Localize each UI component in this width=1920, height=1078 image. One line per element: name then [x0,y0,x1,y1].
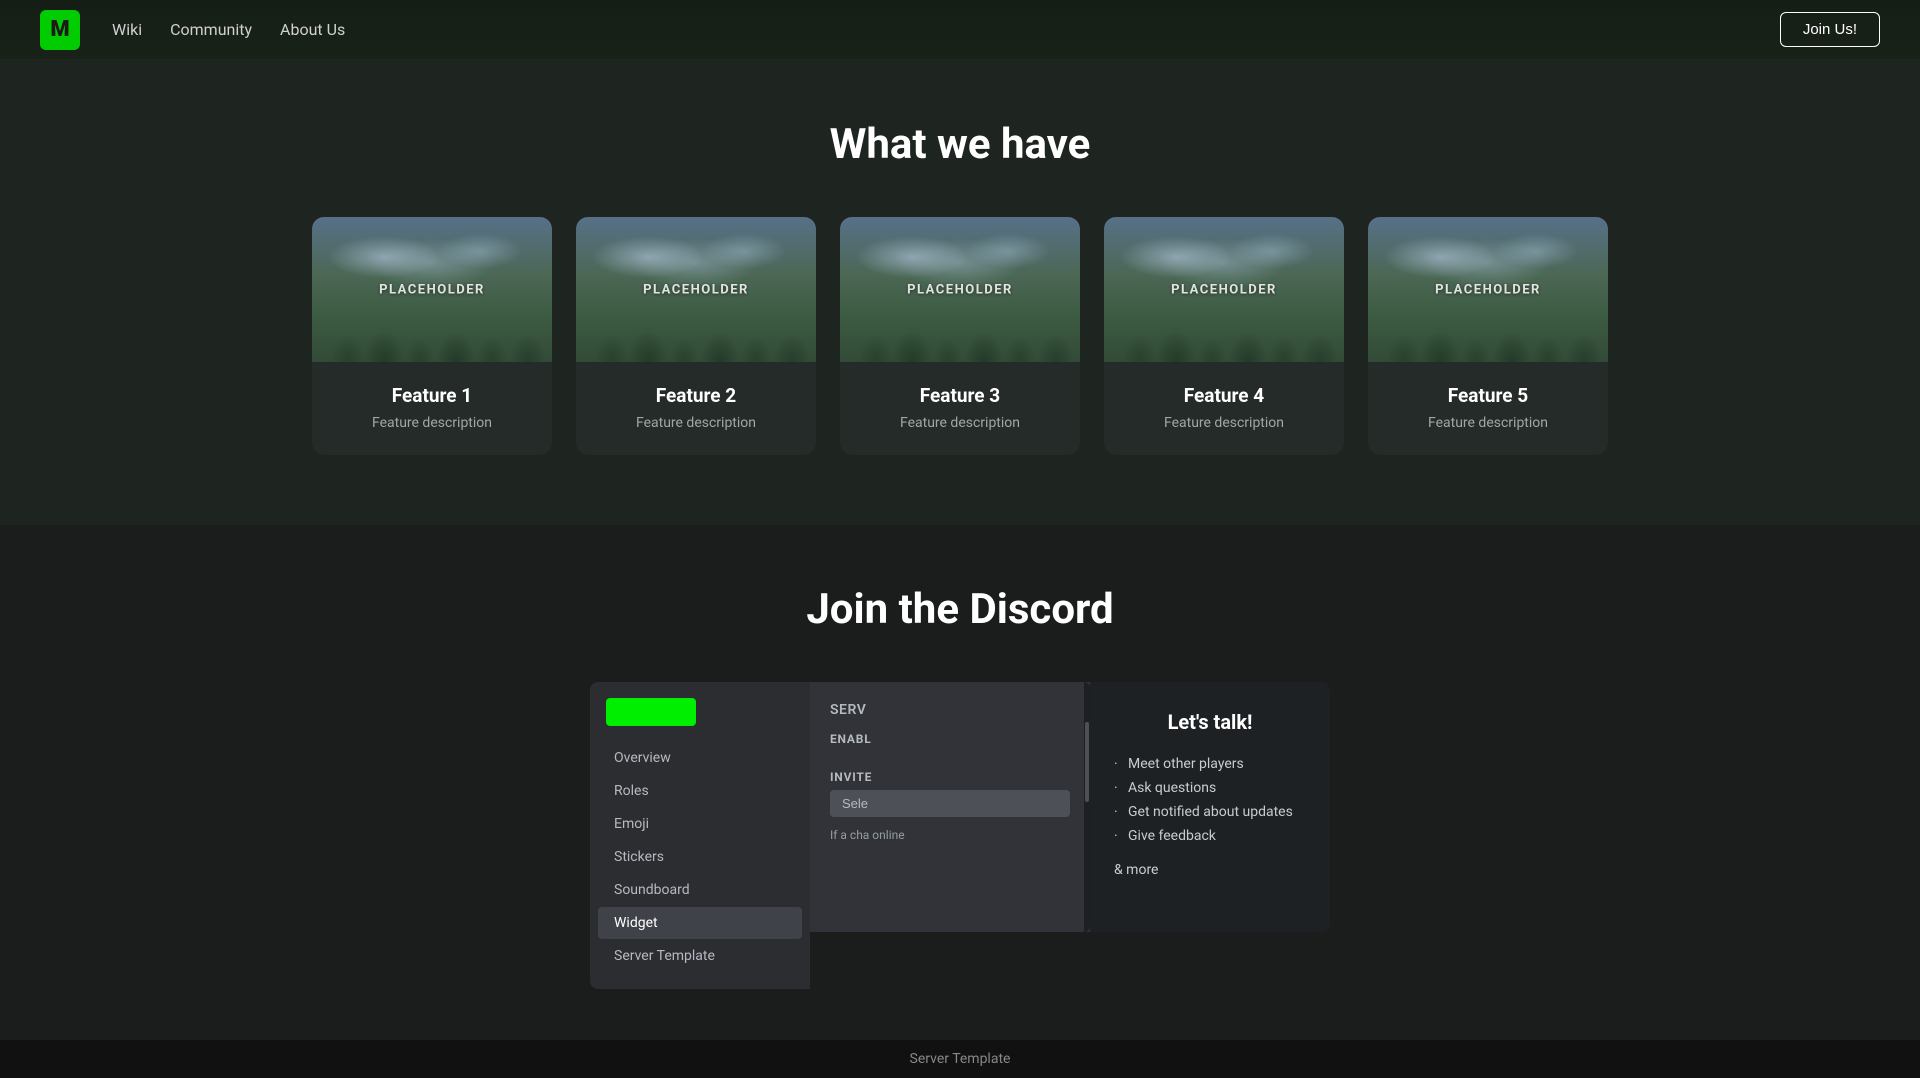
feature-desc-3: Feature description [860,415,1060,431]
discord-menu-overview[interactable]: Overview [598,742,802,774]
what-section: What we have PLACEHOLDER Feature 1 Featu… [0,60,1920,525]
discord-content: Overview Roles Emoji Stickers Soundboard… [0,682,1920,989]
feature-image-5: PLACEHOLDER [1368,217,1608,362]
feature-desc-2: Feature description [596,415,796,431]
discord-menu-emoji[interactable]: Emoji [598,808,802,840]
discord-menu-soundboard[interactable]: Soundboard [598,874,802,906]
feature-desc-4: Feature description [1124,415,1324,431]
feature-image-2: PLACEHOLDER [576,217,816,362]
feature-name-1: Feature 1 [332,384,532,407]
feature-placeholder-4: PLACEHOLDER [1171,282,1277,297]
lets-talk-item-1: Meet other players [1114,756,1306,772]
discord-invite-label: INVITE [830,770,1070,784]
features-grid: PLACEHOLDER Feature 1 Feature descriptio… [0,217,1920,455]
discord-menu-roles[interactable]: Roles [598,775,802,807]
discord-scrollbar-thumb [1085,722,1089,802]
feature-desc-5: Feature description [1388,415,1588,431]
feature-name-5: Feature 5 [1388,384,1588,407]
feature-image-4: PLACEHOLDER [1104,217,1344,362]
feature-name-4: Feature 4 [1124,384,1324,407]
discord-menu-stickers[interactable]: Stickers [598,841,802,873]
discord-scrollbar[interactable] [1084,682,1090,932]
feature-card-1: PLACEHOLDER Feature 1 Feature descriptio… [312,217,552,455]
feature-info-1: Feature 1 Feature description [312,362,552,455]
discord-select-button[interactable]: Sele [830,790,1070,817]
nav-link-wiki[interactable]: Wiki [112,20,142,39]
feature-image-1: PLACEHOLDER [312,217,552,362]
nav-links: Wiki Community About Us [112,20,345,39]
discord-enable-label: Enabl [830,732,1070,746]
discord-menu-widget[interactable]: Widget [598,907,802,939]
lets-talk-title: Let's talk! [1114,710,1306,734]
lets-talk-list: Meet other players Ask questions Get not… [1114,756,1306,844]
feature-card-5: PLACEHOLDER Feature 5 Feature descriptio… [1368,217,1608,455]
lets-talk-panel: Let's talk! Meet other players Ask quest… [1090,682,1330,932]
feature-placeholder-2: PLACEHOLDER [643,282,749,297]
discord-section: Join the Discord Overview Roles Emoji St… [0,525,1920,1069]
discord-panel-header-bar [606,698,696,726]
join-button[interactable]: Join Us! [1780,12,1880,47]
feature-info-4: Feature 4 Feature description [1104,362,1344,455]
discord-info-text: If a cha online [830,827,1070,844]
footer-label: Server Template [910,1051,1011,1067]
footer-bar: Server Template [0,1040,1920,1078]
feature-desc-1: Feature description [332,415,532,431]
nav-left: M Wiki Community About Us [40,10,345,50]
feature-info-5: Feature 5 Feature description [1368,362,1608,455]
discord-main-content: Serv Enabl INVITE Sele If a cha online [810,682,1090,932]
discord-main-title: Serv [830,702,1070,718]
lets-talk-more: & more [1114,862,1306,878]
feature-card-4: PLACEHOLDER Feature 4 Feature descriptio… [1104,217,1344,455]
feature-info-2: Feature 2 Feature description [576,362,816,455]
discord-settings-panel: Overview Roles Emoji Stickers Soundboard… [590,682,810,989]
nav-link-community[interactable]: Community [170,20,252,39]
discord-menu-server-template[interactable]: Server Template [598,940,802,972]
navbar: M Wiki Community About Us Join Us! [0,0,1920,60]
lets-talk-item-2: Ask questions [1114,780,1306,796]
lets-talk-item-4: Give feedback [1114,828,1306,844]
lets-talk-item-3: Get notified about updates [1114,804,1306,820]
feature-placeholder-5: PLACEHOLDER [1435,282,1541,297]
nav-logo[interactable]: M [40,10,80,50]
feature-image-3: PLACEHOLDER [840,217,1080,362]
feature-placeholder-3: PLACEHOLDER [907,282,1013,297]
feature-name-2: Feature 2 [596,384,796,407]
feature-placeholder-1: PLACEHOLDER [379,282,485,297]
feature-card-3: PLACEHOLDER Feature 3 Feature descriptio… [840,217,1080,455]
feature-name-3: Feature 3 [860,384,1060,407]
nav-link-about[interactable]: About Us [280,20,345,39]
feature-info-3: Feature 3 Feature description [840,362,1080,455]
feature-card-2: PLACEHOLDER Feature 2 Feature descriptio… [576,217,816,455]
discord-section-title: Join the Discord [0,585,1920,634]
what-section-title: What we have [0,120,1920,169]
